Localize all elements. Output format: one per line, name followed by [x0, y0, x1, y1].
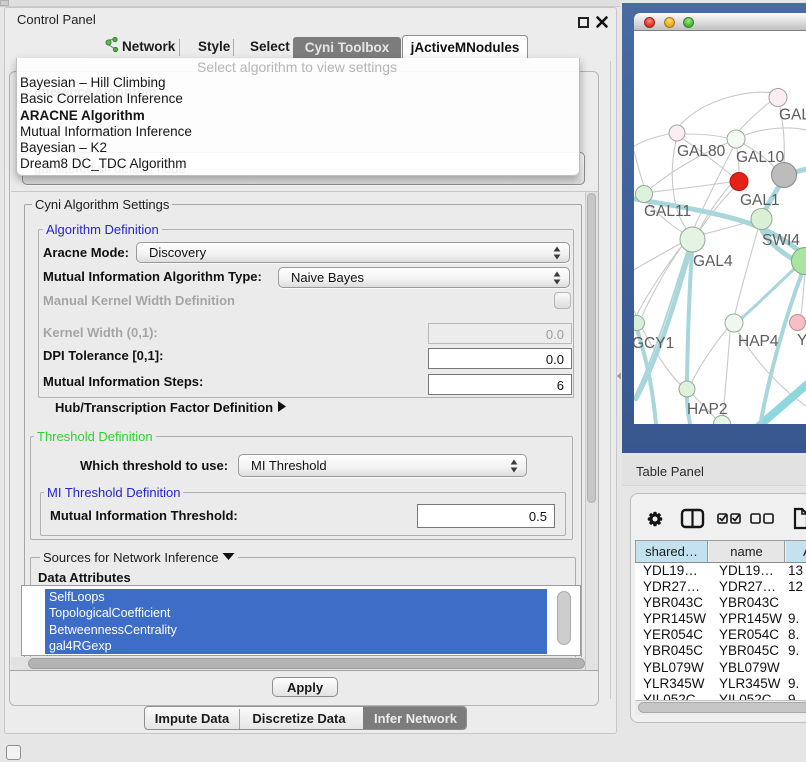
svg-text:GAL7: GAL7: [779, 107, 806, 124]
svg-text:GAL11: GAL11: [644, 203, 691, 220]
svg-text:GAL80: GAL80: [677, 143, 726, 160]
svg-text:YE: YE: [797, 332, 806, 349]
svg-text:GAL10: GAL10: [736, 149, 785, 166]
svg-text:SWI4: SWI4: [762, 232, 800, 249]
svg-text:HAP4: HAP4: [738, 333, 779, 350]
svg-text:GCY1: GCY1: [634, 335, 674, 352]
svg-text:GAL4: GAL4: [693, 253, 733, 270]
svg-text:GAL1: GAL1: [740, 192, 780, 209]
svg-text:HAP2: HAP2: [687, 401, 728, 418]
